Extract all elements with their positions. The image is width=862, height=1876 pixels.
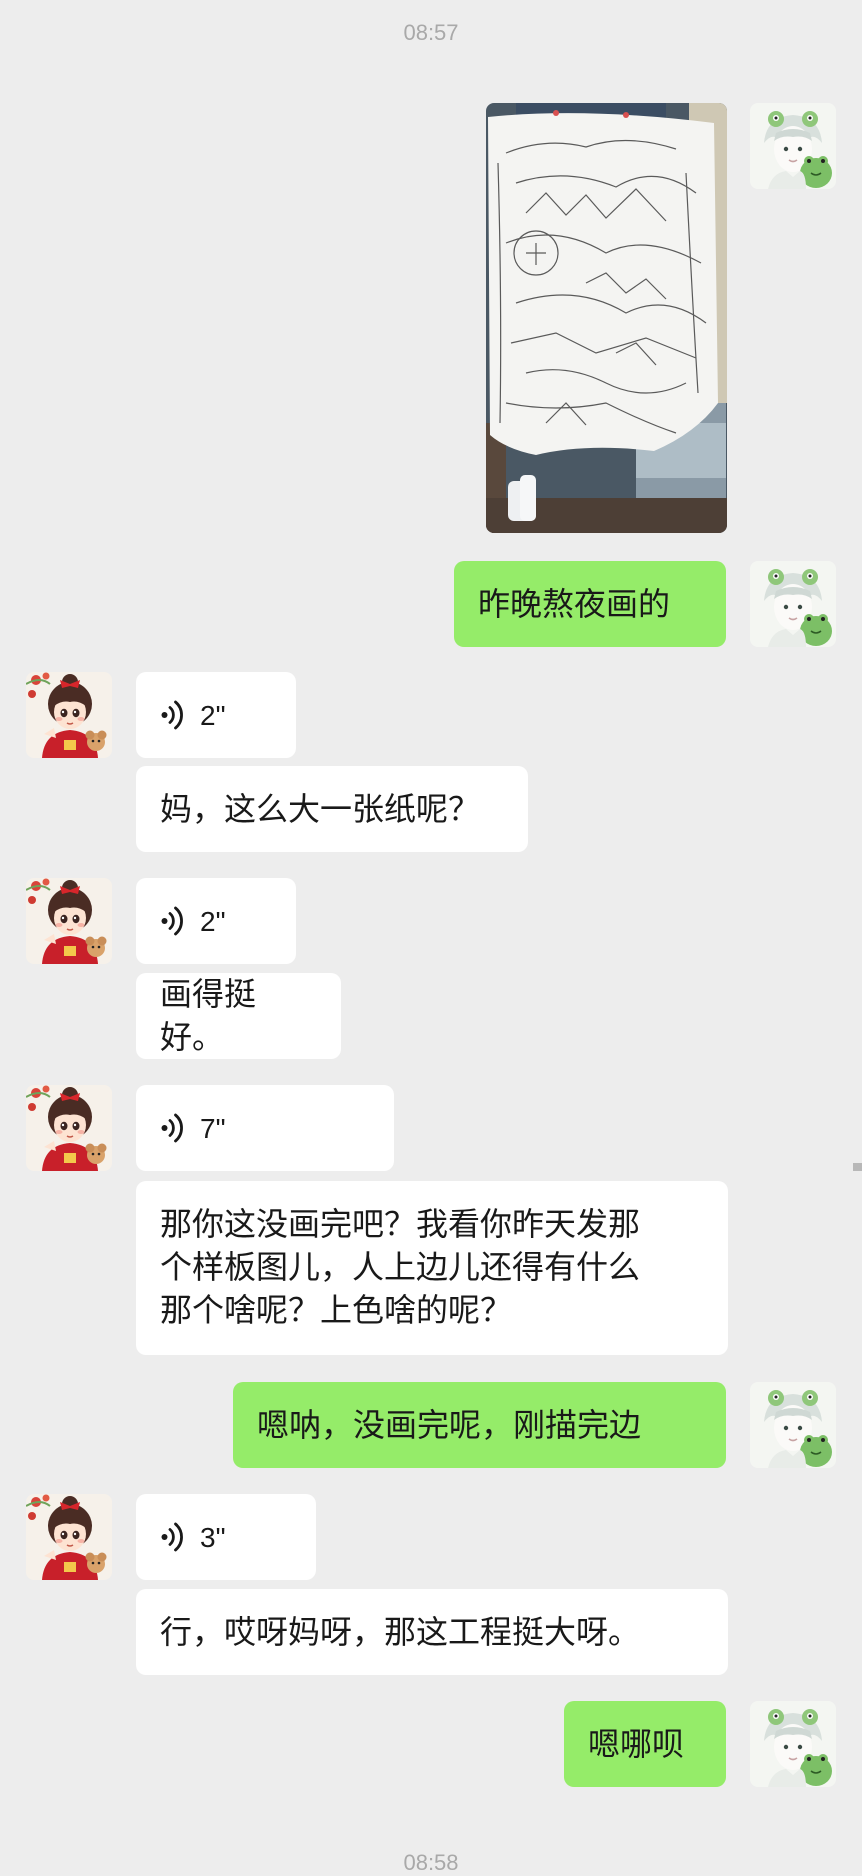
my-avatar[interactable] xyxy=(750,1701,836,1787)
voice-wave-icon xyxy=(160,905,186,937)
voice-wave-icon xyxy=(160,1112,186,1144)
voice-duration: 7" xyxy=(200,1112,226,1144)
message-text: 昨晚熬夜画的 xyxy=(478,584,671,623)
voice-duration: 2" xyxy=(200,699,226,731)
contact-avatar[interactable] xyxy=(26,878,112,964)
incoming-text-message[interactable]: 行，哎呀妈呀，那这工程挺大呀。 xyxy=(136,1589,728,1675)
photo-of-hand-drawn-poster xyxy=(486,103,727,533)
incoming-text-message[interactable]: 画得挺好。 xyxy=(136,973,341,1059)
timestamp-bottom: 08:58 xyxy=(403,1850,459,1875)
voice-duration: 3" xyxy=(200,1521,226,1553)
girl-avatar-icon xyxy=(26,1494,112,1580)
contact-avatar[interactable] xyxy=(26,672,112,758)
timestamp-top: 08:57 xyxy=(403,20,459,45)
my-avatar[interactable] xyxy=(750,103,836,189)
frog-hat-avatar-icon xyxy=(750,1701,836,1787)
contact-avatar[interactable] xyxy=(26,1494,112,1580)
message-text: 妈，这么大一张纸呢？ xyxy=(160,789,481,828)
message-text: 行，哎呀妈呀，那这工程挺大呀。 xyxy=(160,1612,641,1651)
message-text: 画得挺好。 xyxy=(160,975,257,1056)
message-text: 嗯哪呗 xyxy=(588,1724,685,1763)
image-message[interactable] xyxy=(486,103,727,533)
frog-hat-avatar-icon xyxy=(750,561,836,647)
contact-avatar[interactable] xyxy=(26,1085,112,1171)
my-avatar[interactable] xyxy=(750,561,836,647)
voice-wave-icon xyxy=(160,1521,186,1553)
outgoing-text-message[interactable]: 嗯呐，没画完呢，刚描完边 xyxy=(233,1382,726,1468)
outgoing-text-message[interactable]: 嗯哪呗 xyxy=(564,1701,726,1787)
voice-wave-icon xyxy=(160,699,186,731)
message-text: 那你这没画完吧？我看你昨天发那 个样板图儿，人上边儿还得有什么 那个啥呢？上色啥… xyxy=(160,1205,641,1329)
my-avatar[interactable] xyxy=(750,1382,836,1468)
girl-avatar-icon xyxy=(26,878,112,964)
scroll-indicator xyxy=(853,1163,862,1171)
incoming-text-message[interactable]: 那你这没画完吧？我看你昨天发那 个样板图儿，人上边儿还得有什么 那个啥呢？上色啥… xyxy=(136,1181,728,1355)
incoming-text-message[interactable]: 妈，这么大一张纸呢？ xyxy=(136,766,528,852)
frog-hat-avatar-icon xyxy=(750,1382,836,1468)
voice-duration: 2" xyxy=(200,905,226,937)
message-text: 嗯呐，没画完呢，刚描完边 xyxy=(257,1405,642,1444)
frog-hat-avatar-icon xyxy=(750,103,836,189)
outgoing-text-message[interactable]: 昨晚熬夜画的 xyxy=(454,561,726,647)
voice-message[interactable]: 2" xyxy=(136,672,296,758)
voice-message[interactable]: 2" xyxy=(136,878,296,964)
girl-avatar-icon xyxy=(26,672,112,758)
voice-message[interactable]: 7" xyxy=(136,1085,394,1171)
girl-avatar-icon xyxy=(26,1085,112,1171)
voice-message[interactable]: 3" xyxy=(136,1494,316,1580)
